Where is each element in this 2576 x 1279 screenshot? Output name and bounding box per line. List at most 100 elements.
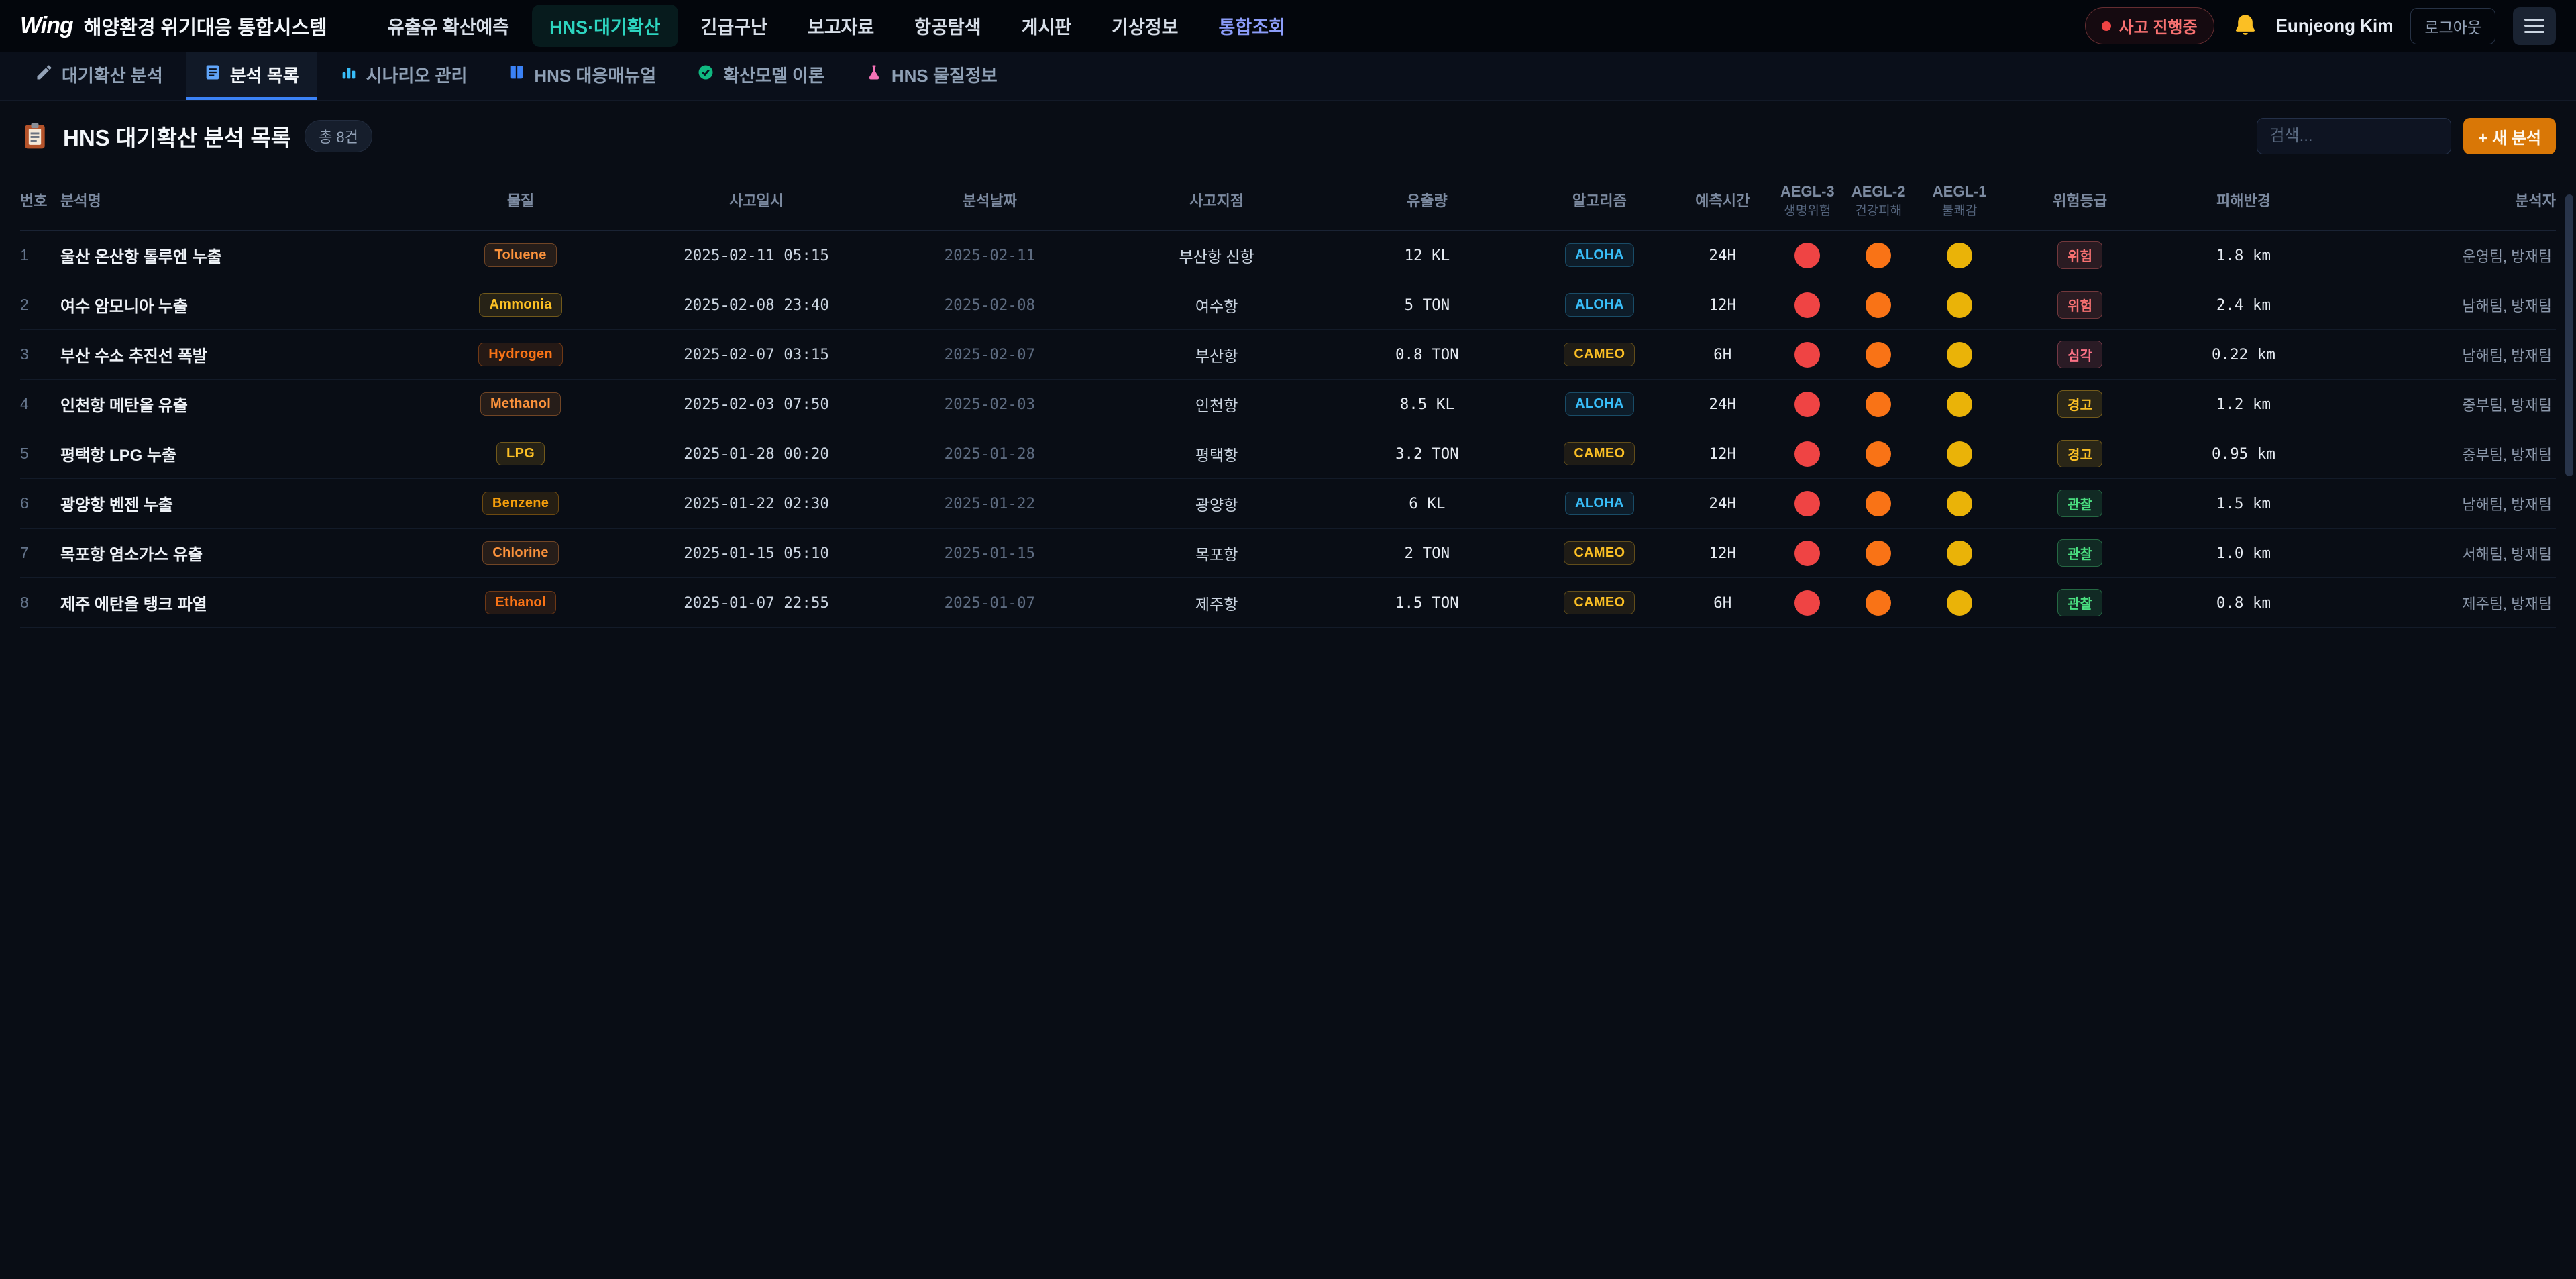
- nav-item-integrated-search[interactable]: 통합조회: [1201, 5, 1303, 47]
- risk-cell: 심각: [2005, 341, 2155, 368]
- table-row[interactable]: 1울산 온산항 톨루엔 누출Toluene2025-02-11 05:15202…: [20, 231, 2556, 280]
- scrollbar[interactable]: [2565, 194, 2573, 476]
- analysis-date: 2025-01-15: [874, 545, 1105, 562]
- accident-location: 광양항: [1105, 492, 1328, 515]
- accident-datetime: 2025-02-08 23:40: [639, 296, 875, 314]
- nav-item-hns-diffusion[interactable]: HNS·대기확산: [532, 5, 678, 47]
- app-logo[interactable]: Wing: [20, 13, 73, 39]
- logout-button[interactable]: 로그아웃: [2410, 8, 2496, 44]
- algorithm-cell: ALOHA: [1526, 492, 1673, 515]
- header-aegl1: AEGL-1불쾌감: [1914, 182, 2005, 219]
- notification-bell-icon[interactable]: [2232, 13, 2259, 40]
- damage-radius: 0.8 km: [2155, 594, 2332, 612]
- total-count-badge: 총 8건: [305, 120, 372, 152]
- tab-scenario-management[interactable]: 시나리오 관리: [322, 52, 485, 100]
- new-analysis-button[interactable]: + 새 분석: [2463, 118, 2556, 154]
- row-number: 8: [20, 594, 60, 612]
- aegl2-cell: [1843, 392, 1914, 417]
- header-aegl3: AEGL-3생명위험: [1772, 182, 1843, 219]
- algorithm-badge: ALOHA: [1565, 392, 1634, 416]
- row-number: 5: [20, 445, 60, 463]
- table-row[interactable]: 2여수 암모니아 누출Ammonia2025-02-08 23:402025-0…: [20, 280, 2556, 330]
- aegl1-indicator: [1947, 392, 1972, 417]
- damage-radius: 1.2 km: [2155, 396, 2332, 413]
- table-row[interactable]: 8제주 에탄올 탱크 파열Ethanol2025-01-07 22:552025…: [20, 578, 2556, 628]
- aegl3-cell: [1772, 292, 1843, 318]
- nav-item-weather[interactable]: 기상정보: [1094, 5, 1195, 47]
- topnav-right: 사고 진행중 Eunjeong Kim 로그아웃: [2085, 7, 2557, 45]
- risk-badge: 심각: [2057, 341, 2102, 368]
- table-body: 1울산 온산항 톨루엔 누출Toluene2025-02-11 05:15202…: [20, 231, 2556, 628]
- damage-radius: 2.4 km: [2155, 296, 2332, 314]
- algorithm-badge: ALOHA: [1565, 243, 1634, 267]
- analyst: 남해팀, 방재팀: [2332, 344, 2556, 366]
- substance-cell: Chlorine: [402, 541, 639, 565]
- substance-badge: Ammonia: [479, 293, 561, 317]
- algorithm-cell: ALOHA: [1526, 392, 1673, 416]
- status-dot-icon: [2102, 21, 2111, 31]
- aegl2-cell: [1843, 491, 1914, 516]
- algorithm-badge: CAMEO: [1564, 591, 1635, 614]
- risk-badge: 경고: [2057, 440, 2102, 467]
- header-aegl2: AEGL-2건강피해: [1843, 182, 1914, 219]
- page-header-actions: + 새 분석: [2257, 118, 2556, 154]
- analyst: 제주팀, 방재팀: [2332, 592, 2556, 614]
- table-row[interactable]: 7목포항 염소가스 유출Chlorine2025-01-15 05:102025…: [20, 529, 2556, 578]
- hamburger-menu-icon[interactable]: [2513, 7, 2556, 45]
- nav-item-reports[interactable]: 보고자료: [790, 5, 892, 47]
- aegl1-cell: [1914, 292, 2005, 318]
- aegl3-indicator: [1794, 491, 1820, 516]
- table-row[interactable]: 5평택항 LPG 누출LPG2025-01-28 00:202025-01-28…: [20, 429, 2556, 479]
- search-input[interactable]: [2257, 118, 2451, 154]
- algorithm-cell: ALOHA: [1526, 243, 1673, 267]
- substance-cell: Ammonia: [402, 293, 639, 317]
- analysis-date: 2025-02-07: [874, 346, 1105, 364]
- tab-analysis-list[interactable]: 분석 목록: [186, 52, 317, 100]
- table-row[interactable]: 3부산 수소 추진선 폭발Hydrogen2025-02-07 03:15202…: [20, 330, 2556, 380]
- tab-hns-substance-info[interactable]: HNS 물질정보: [847, 52, 1015, 100]
- row-number: 6: [20, 494, 60, 512]
- aegl2-indicator: [1866, 392, 1891, 417]
- nav-item-emergency-rescue[interactable]: 긴급구난: [684, 5, 785, 47]
- analysis-name: 여수 암모니아 누출: [60, 293, 402, 317]
- header-algorithm: 알고리즘: [1526, 192, 1673, 211]
- aegl2-cell: [1843, 590, 1914, 616]
- tab-label: 시나리오 관리: [366, 62, 468, 87]
- nav-item-aerial-search[interactable]: 항공탐색: [897, 5, 998, 47]
- analysis-date: 2025-02-11: [874, 247, 1105, 264]
- analyst: 중부팀, 방재팀: [2332, 443, 2556, 465]
- analysis-date: 2025-02-08: [874, 296, 1105, 314]
- algorithm-cell: CAMEO: [1526, 591, 1673, 614]
- page-title: HNS 대기확산 분석 목록: [63, 120, 291, 152]
- tab-diffusion-analysis[interactable]: 대기확산 분석: [17, 52, 180, 100]
- incident-status-badge[interactable]: 사고 진행중: [2085, 7, 2214, 44]
- book-icon: [507, 63, 526, 87]
- tab-hns-response-manual[interactable]: HNS 대응매뉴얼: [490, 52, 674, 100]
- table-row[interactable]: 4인천항 메탄올 유출Methanol2025-02-03 07:502025-…: [20, 380, 2556, 429]
- aegl2-indicator: [1866, 441, 1891, 467]
- analysis-date: 2025-01-07: [874, 594, 1105, 612]
- user-name[interactable]: Eunjeong Kim: [2276, 15, 2394, 36]
- spill-amount: 3.2 TON: [1328, 445, 1526, 463]
- accident-datetime: 2025-01-15 05:10: [639, 545, 875, 562]
- nav-item-board[interactable]: 게시판: [1004, 5, 1089, 47]
- table-row[interactable]: 6광양항 벤젠 누출Benzene2025-01-22 02:302025-01…: [20, 479, 2556, 529]
- aegl3-cell: [1772, 491, 1843, 516]
- accident-datetime: 2025-01-07 22:55: [639, 594, 875, 612]
- analysis-name: 부산 수소 추진선 폭발: [60, 343, 402, 366]
- aegl2-indicator: [1866, 243, 1891, 268]
- substance-badge: Ethanol: [485, 591, 555, 614]
- accident-location: 부산항 신항: [1105, 244, 1328, 267]
- risk-badge: 위험: [2057, 241, 2102, 269]
- aegl3-indicator: [1794, 541, 1820, 566]
- aegl2-indicator: [1866, 491, 1891, 516]
- accident-datetime: 2025-02-03 07:50: [639, 396, 875, 413]
- nav-item-oil-spill[interactable]: 유출유 확산예측: [370, 5, 527, 47]
- substance-cell: Ethanol: [402, 591, 639, 614]
- tab-diffusion-model-theory[interactable]: 확산모델 이론: [679, 52, 842, 100]
- aegl1-cell: [1914, 491, 2005, 516]
- aegl2-cell: [1843, 441, 1914, 467]
- analyst: 중부팀, 방재팀: [2332, 394, 2556, 415]
- aegl2-indicator: [1866, 292, 1891, 318]
- aegl3-cell: [1772, 441, 1843, 467]
